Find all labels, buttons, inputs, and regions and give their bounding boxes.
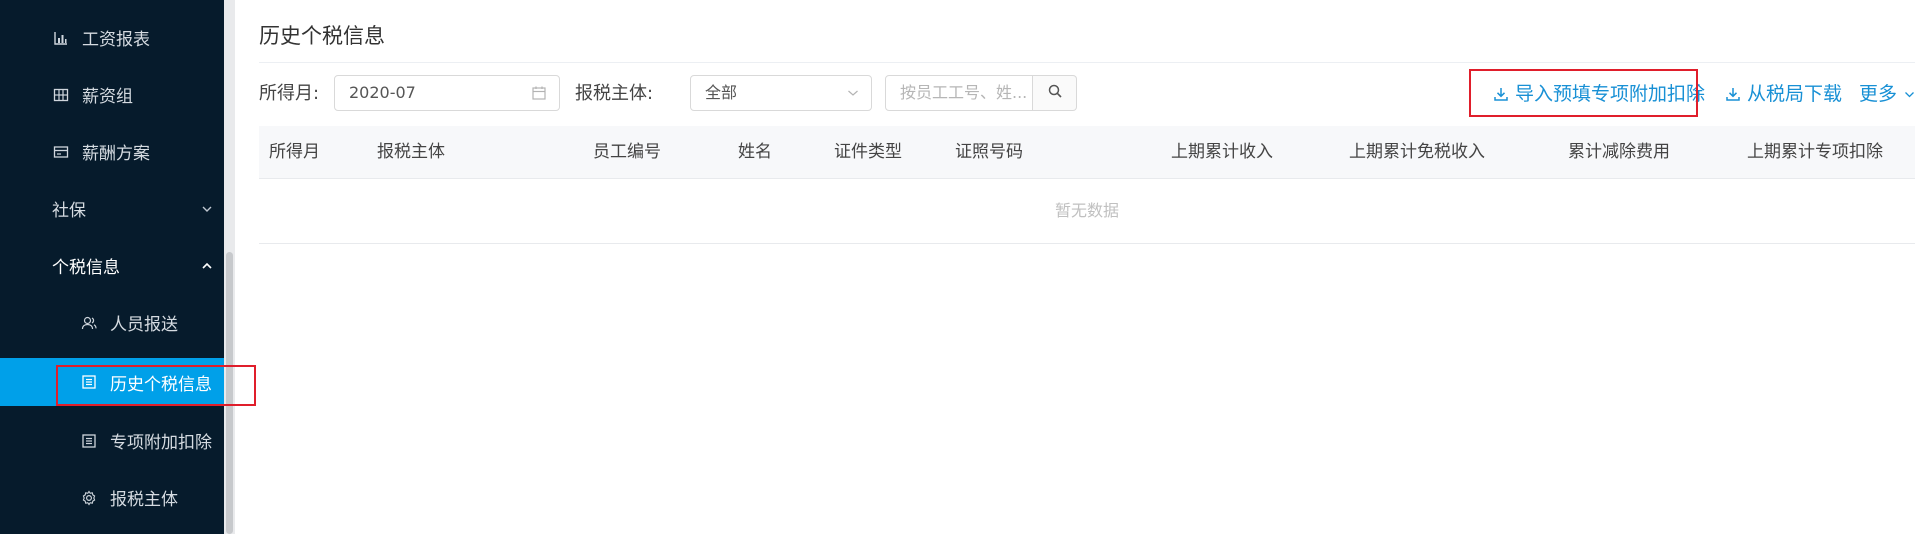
sidebar-item-tax-entity[interactable]: 报税主体 xyxy=(0,469,235,526)
more-label: 更多 xyxy=(1859,83,1898,105)
sidebar: 工资报表 薪资组 薪酬方案 社保 个税信息 人员报送 历史个税信息 专项附加扣除… xyxy=(0,0,235,534)
more-dropdown[interactable]: 更多 xyxy=(1859,74,1915,114)
grid-icon xyxy=(52,86,70,104)
download-from-tax-bureau-link[interactable]: 从税局下载 xyxy=(1725,74,1842,114)
search-placeholder: 按员工工号、姓... xyxy=(900,83,1028,102)
sidebar-item-label: 人员报送 xyxy=(110,315,178,335)
sidebar-item-personnel-report[interactable]: 人员报送 xyxy=(0,294,235,351)
column-header: 报税主体 xyxy=(377,142,445,162)
column-header: 证件类型 xyxy=(834,142,902,162)
empty-text: 暂无数据 xyxy=(1054,201,1119,220)
sidebar-item-salary-report[interactable]: 工资报表 xyxy=(0,9,235,66)
chevron-down-icon xyxy=(847,76,859,110)
sidebar-item-special-deduction[interactable]: 专项附加扣除 xyxy=(0,412,235,469)
column-header: 所得月 xyxy=(269,142,320,162)
main-content: 历史个税信息 所得月: 2020-07 报税主体: 全部 按员工工号、姓... xyxy=(235,0,1915,534)
search-button[interactable] xyxy=(1033,75,1077,111)
table-header: 所得月 报税主体 员工编号 姓名 证件类型 证照号码 上期累计收入 上期累计免税… xyxy=(259,126,1915,179)
column-header: 证照号码 xyxy=(955,142,1023,162)
sidebar-item-social-security[interactable]: 社保 xyxy=(0,180,235,237)
sidebar-item-label: 专项附加扣除 xyxy=(110,433,212,453)
empty-row: 暂无数据 xyxy=(259,179,1915,244)
search-input[interactable]: 按员工工号、姓... xyxy=(885,75,1033,111)
month-picker[interactable]: 2020-07 xyxy=(334,75,560,111)
calendar-icon xyxy=(531,76,547,110)
entity-value: 全部 xyxy=(705,83,738,102)
sidebar-item-salary-group[interactable]: 薪资组 xyxy=(0,66,235,123)
month-value: 2020-07 xyxy=(349,83,416,102)
search-icon xyxy=(1047,83,1063,103)
document-icon xyxy=(80,432,98,450)
card-icon xyxy=(52,143,70,161)
column-header: 员工编号 xyxy=(593,142,661,162)
entity-select[interactable]: 全部 xyxy=(690,75,872,111)
sidebar-item-label: 社保 xyxy=(52,201,86,221)
sidebar-item-pay-plan[interactable]: 薪酬方案 xyxy=(0,123,235,180)
chevron-up-icon xyxy=(201,259,213,273)
column-header: 累计减除费用 xyxy=(1568,142,1670,162)
users-icon xyxy=(80,314,98,332)
column-header: 上期累计专项扣除 xyxy=(1747,142,1883,162)
column-header: 上期累计免税收入 xyxy=(1349,142,1485,162)
entity-label: 报税主体: xyxy=(575,83,654,104)
chevron-down-icon xyxy=(1904,91,1915,98)
highlight-box-sidebar xyxy=(56,365,256,406)
column-header: 上期累计收入 xyxy=(1171,142,1273,162)
tax-history-table: 所得月 报税主体 员工编号 姓名 证件类型 证照号码 上期累计收入 上期累计免税… xyxy=(259,126,1915,244)
sidebar-item-label: 工资报表 xyxy=(82,30,150,50)
highlight-box-import xyxy=(1469,69,1698,117)
divider xyxy=(259,62,1915,63)
sidebar-item-label: 薪酬方案 xyxy=(82,144,150,164)
month-label: 所得月: xyxy=(259,83,320,104)
page-title: 历史个税信息 xyxy=(259,24,385,48)
sidebar-item-label: 个税信息 xyxy=(52,258,120,278)
column-header: 姓名 xyxy=(738,142,772,162)
chevron-down-icon xyxy=(201,202,213,216)
download-icon xyxy=(1725,86,1741,102)
download-from-tax-bureau-label: 从税局下载 xyxy=(1747,83,1843,105)
sidebar-item-label: 报税主体 xyxy=(110,490,178,510)
gear-icon xyxy=(80,489,98,507)
sidebar-item-tax-info[interactable]: 个税信息 xyxy=(0,237,235,294)
sidebar-item-label: 薪资组 xyxy=(82,87,133,107)
bar-chart-icon xyxy=(52,29,70,47)
